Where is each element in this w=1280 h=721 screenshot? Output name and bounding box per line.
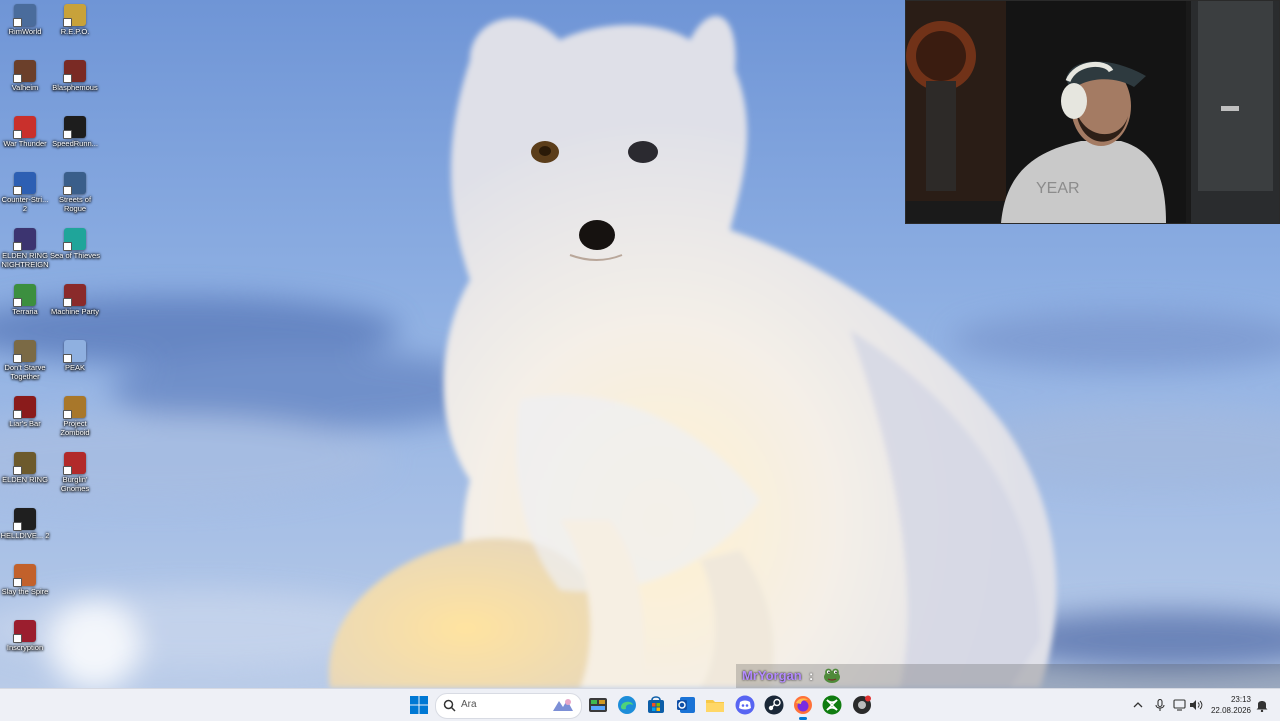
desktop-shortcut-burglin-gnomes[interactable]: Burglin' Gnomes <box>50 448 100 493</box>
webcam-overlay: YEAR <box>905 0 1280 224</box>
shortcut-label: Burglin' Gnomes <box>60 475 90 493</box>
shortcut-app-icon <box>13 60 36 83</box>
desktop-shortcut-slay-the-spire[interactable]: Slay the Spire <box>0 560 50 596</box>
game-app-icon[interactable] <box>852 695 872 715</box>
desktop-shortcut-counter-stri-2[interactable]: Counter-Stri... 2 <box>0 168 50 213</box>
chat-username: MrYorgan <box>742 668 802 683</box>
outlook-app-icon[interactable] <box>676 695 696 715</box>
desktop-shortcut-terraria[interactable]: Terraria <box>0 280 50 316</box>
shortcut-label: Blasphemous <box>52 83 98 92</box>
desktop-shortcut-elden-ring-nightreign[interactable]: ELDEN RING NIGHTREIGN <box>0 224 50 269</box>
desktop-shortcut-rimworld[interactable]: RimWorld <box>0 0 50 36</box>
shortcut-label: ELDEN RING NIGHTREIGN <box>1 251 49 269</box>
system-clock[interactable]: 23:13 22.08.2026 <box>1211 694 1251 716</box>
network-icon[interactable] <box>1173 699 1187 711</box>
search-highlight-icon <box>553 699 573 711</box>
shortcut-app-icon <box>13 340 36 363</box>
shortcut-app-icon <box>63 284 86 307</box>
shortcut-label: War Thunder <box>3 139 47 148</box>
shortcut-label: R.E.P.O. <box>60 27 90 36</box>
shortcut-app-icon <box>63 452 86 475</box>
shortcut-label: Liar's Bar <box>9 419 41 428</box>
shortcut-label: SpeedRunn... <box>52 139 98 148</box>
shortcut-label: Sea of Thieves <box>50 251 100 260</box>
desktop-shortcut-project-zomboid[interactable]: Project Zomboid <box>50 392 100 437</box>
shortcut-label: Don't Starve Together <box>4 363 46 381</box>
shortcut-label: Project Zomboid <box>60 419 90 437</box>
shortcut-app-icon <box>13 228 36 251</box>
desktop-shortcut-machine-party[interactable]: Machine Party <box>50 280 100 316</box>
shortcut-label: Counter-Stri... 2 <box>1 195 49 213</box>
shortcut-app-icon <box>13 4 36 27</box>
shortcut-label: Inscryption <box>6 643 44 652</box>
desktop-shortcut-blasphemous[interactable]: Blasphemous <box>50 56 100 92</box>
shortcut-app-icon <box>13 396 36 419</box>
microphone-icon[interactable] <box>1153 699 1167 711</box>
desktop-shortcut-elden-ring[interactable]: ELDEN RING <box>0 448 50 484</box>
chevron-up-icon[interactable] <box>1131 699 1145 711</box>
file-explorer-icon[interactable] <box>705 695 725 715</box>
shortcut-label: HELLDIVE... 2 <box>0 531 50 540</box>
stream-chat-message: MrYorgan : <box>736 664 1280 688</box>
firefox-app-icon[interactable] <box>793 695 813 715</box>
desktop-shortcut-don-t-starve-together[interactable]: Don't Starve Together <box>0 336 50 381</box>
desktop-shortcut-sea-of-thieves[interactable]: Sea of Thieves <box>50 224 100 260</box>
start-button-icon[interactable] <box>409 695 429 715</box>
edge-browser-icon[interactable] <box>617 695 637 715</box>
volume-icon[interactable] <box>1189 699 1203 711</box>
search-icon <box>443 699 456 712</box>
shortcut-label: Slay the Spire <box>1 587 49 596</box>
taskbar: Ara 23:13 22.08.2026 <box>0 688 1280 721</box>
taskbar-search-input[interactable]: Ara <box>435 693 582 719</box>
store-app-icon[interactable] <box>646 695 666 715</box>
desktop-shortcut-valheim[interactable]: Valheim <box>0 56 50 92</box>
shortcut-app-icon <box>13 116 36 139</box>
shortcut-app-icon <box>63 172 86 195</box>
shortcut-app-icon <box>13 452 36 475</box>
xbox-app-icon[interactable] <box>822 695 842 715</box>
frog-emote-icon <box>824 668 840 683</box>
shortcut-app-icon <box>63 4 86 27</box>
shortcut-label: PEAK <box>64 363 85 372</box>
desktop-shortcut-streets-of-rogue[interactable]: Streets of Rogue <box>50 168 100 213</box>
shortcut-label: Terraria <box>12 307 38 316</box>
steam-app-icon[interactable] <box>764 695 784 715</box>
shortcut-label: Machine Party <box>51 307 99 316</box>
desktop-shortcut-helldive-2[interactable]: HELLDIVE... 2 <box>0 504 50 540</box>
shortcut-app-icon <box>13 564 36 587</box>
shortcut-label: ELDEN RING <box>2 475 48 484</box>
shortcut-label: Valheim <box>11 83 39 92</box>
desktop-shortcut-liar-s-bar[interactable]: Liar's Bar <box>0 392 50 428</box>
shortcut-app-icon <box>63 396 86 419</box>
svg-text:YEAR: YEAR <box>1036 180 1080 197</box>
shortcut-app-icon <box>13 620 36 643</box>
clock-time: 23:13 <box>1230 695 1251 704</box>
desktop-shortcut-r-e-p-o[interactable]: R.E.P.O. <box>50 0 100 36</box>
widgets-app-icon[interactable] <box>588 695 608 715</box>
shortcut-app-icon <box>63 340 86 363</box>
shortcut-label: RimWorld <box>8 27 42 36</box>
shortcut-app-icon <box>63 228 86 251</box>
search-placeholder: Ara <box>461 699 477 710</box>
desktop-shortcut-speedrunn[interactable]: SpeedRunn... <box>50 112 100 148</box>
discord-app-icon[interactable] <box>735 695 755 715</box>
shortcut-app-icon <box>63 116 86 139</box>
shortcut-app-icon <box>13 508 36 531</box>
clock-date: 22.08.2026 <box>1210 706 1251 715</box>
shortcut-app-icon <box>13 172 36 195</box>
shortcut-app-icon <box>63 60 86 83</box>
desktop-shortcut-inscryption[interactable]: Inscryption <box>0 616 50 652</box>
desktop-shortcut-peak[interactable]: PEAK <box>50 336 100 372</box>
chat-separator: : <box>809 668 814 683</box>
notification-bell-icon[interactable] <box>1255 698 1269 712</box>
shortcut-app-icon <box>13 284 36 307</box>
shortcut-label: Streets of Rogue <box>58 195 92 213</box>
desktop-shortcut-war-thunder[interactable]: War Thunder <box>0 112 50 148</box>
